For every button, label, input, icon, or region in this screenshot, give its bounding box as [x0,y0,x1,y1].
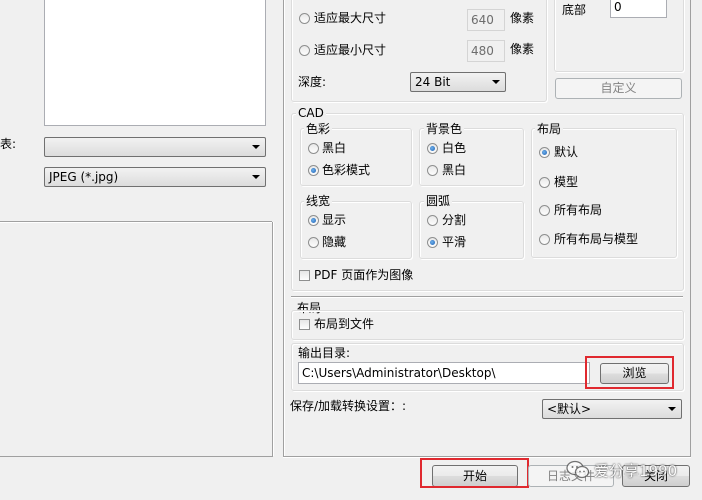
left-divider-light [0,222,272,223]
left-panel-bottom-edge [0,456,273,457]
browse-highlight [585,356,674,389]
layout-default-radio[interactable] [539,147,550,158]
layout-model-radio[interactable] [539,177,550,188]
layout-all-model-label: 所有布局与模型 [554,232,639,246]
wechat-icon [566,460,590,479]
arc-smooth-label: 平滑 [442,235,467,249]
format-value: JPEG (*.jpg) [49,170,119,184]
linewidth-show-label: 显示 [322,213,347,227]
arc-group [419,201,524,259]
bottom-margin-input[interactable]: 0 [610,0,667,18]
preview-box [44,0,266,126]
arc-split-label: 分割 [442,213,467,227]
save-settings-combo[interactable]: <默认> [542,399,682,419]
color-title: 色彩 [304,122,333,136]
depth-combo[interactable]: 24 Bit [410,72,506,92]
color-mode-radio[interactable] [308,165,319,176]
right-panel-left-edge-light [284,0,285,456]
fit-max-label: 适应最大尺寸 [314,11,387,25]
bg-bw-radio[interactable] [427,165,438,176]
fit-max-radio[interactable] [299,13,310,24]
bg-bw-label: 黑白 [442,163,467,177]
format-combo[interactable]: JPEG (*.jpg) [44,167,266,187]
linewidth-show-radio[interactable] [308,215,319,226]
fit-max-input[interactable]: 640 [467,9,505,31]
background-group [419,128,524,186]
save-settings-label: 保存/加载转换设置：: [290,399,407,413]
cad-layout-title: 布局 [535,122,564,136]
layout-to-file-label: 布局到文件 [314,317,375,331]
left-panel-right-edge-light [273,222,274,456]
chevron-down-icon [492,80,500,84]
save-settings-value: <默认> [547,402,592,416]
color-mode-label: 色彩模式 [322,163,371,177]
layout-all-label: 所有布局 [554,203,603,217]
custom-button[interactable]: 自定义 [555,78,682,99]
arc-smooth-radio[interactable] [427,237,438,248]
layout-section-divider-light [291,297,683,298]
linewidth-title: 线宽 [304,194,333,208]
color-bw-label: 黑白 [322,141,347,155]
color-bw-radio[interactable] [308,143,319,154]
left-combo[interactable] [44,137,266,157]
bg-white-radio[interactable] [427,143,438,154]
right-panel-right-edge [690,0,691,456]
cad-title: CAD [296,106,326,120]
layout-default-label: 默认 [554,145,579,159]
pdf-as-image-label: PDF 页面作为图像 [314,268,414,282]
output-label: 输出目录: [298,346,351,360]
fit-min-label: 适应最小尺寸 [314,43,387,57]
depth-label: 深度: [298,75,327,89]
layout-all-radio[interactable] [539,205,550,216]
layout-all-model-radio[interactable] [539,234,550,245]
watermark-text: 爱分享1990 [594,462,678,480]
layout-to-file-checkbox[interactable] [299,319,310,330]
layout-model-label: 模型 [554,175,579,189]
background-title: 背景色 [424,122,465,136]
chevron-down-icon [252,175,260,179]
chevron-down-icon [668,407,676,411]
linewidth-hide-label: 隐藏 [322,235,347,249]
arc-title: 圆弧 [424,194,453,208]
depth-value: 24 Bit [415,75,451,89]
fit-min-unit: 像素 [510,42,535,56]
bg-white-label: 白色 [442,141,467,155]
fit-min-radio[interactable] [299,45,310,56]
pdf-as-image-checkbox[interactable] [299,270,310,281]
left-partial-label: 表: [0,137,17,151]
fit-max-unit: 像素 [510,11,535,25]
chevron-down-icon [252,145,260,149]
arc-split-radio[interactable] [427,215,438,226]
fit-min-input[interactable]: 480 [467,40,505,62]
linewidth-hide-radio[interactable] [308,237,319,248]
bottom-margin-label: 底部 [562,3,587,17]
output-path-input[interactable]: C:\Users\Administrator\Desktop\ [298,362,590,384]
linewidth-group [300,201,412,259]
start-highlight [420,458,529,488]
